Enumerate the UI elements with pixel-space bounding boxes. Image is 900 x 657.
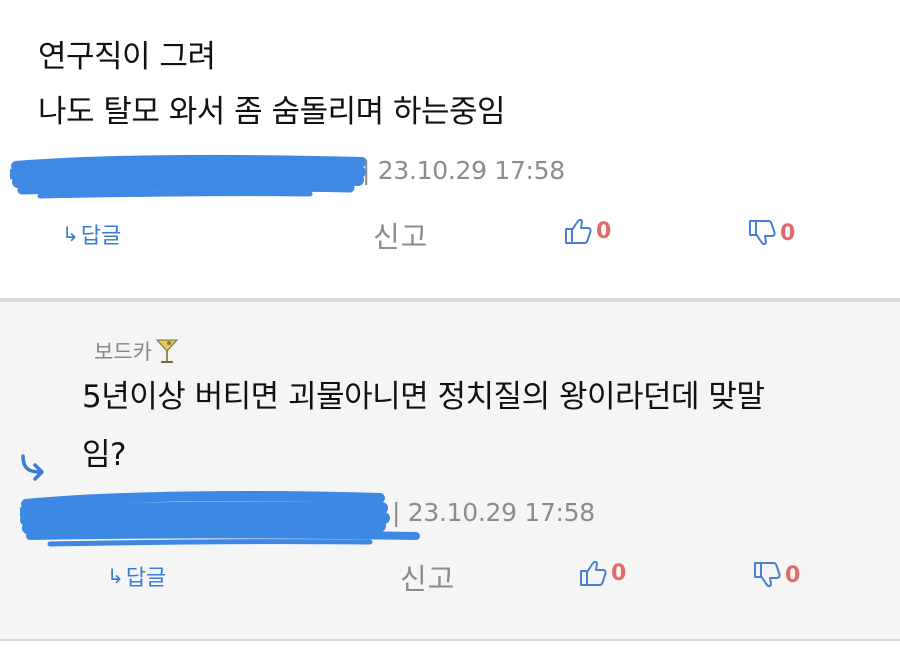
nickname-text: 보드카 xyxy=(94,340,152,364)
like-button[interactable]: 0 xyxy=(563,216,611,246)
curved-reply-arrow-icon xyxy=(21,454,44,481)
thumbs-up-icon xyxy=(580,560,607,586)
report-button[interactable]: 신고 xyxy=(400,556,455,598)
thumbs-down-icon xyxy=(754,562,781,588)
dislike-button[interactable]: 0 xyxy=(747,218,795,248)
cocktail-glass-icon xyxy=(155,339,179,363)
reply-label: 답글 xyxy=(80,224,122,249)
like-button[interactable]: 0 xyxy=(578,558,626,588)
dislike-button[interactable]: 0 xyxy=(752,560,800,590)
comment-text-line: 나도 탈모 와서 좀 숨돌리며 하는중임 xyxy=(38,94,506,130)
redacted-author-scribble xyxy=(10,154,367,199)
reply-button[interactable]: ↳ 답글 xyxy=(62,218,121,250)
redacted-author-scribble xyxy=(20,491,420,547)
report-button[interactable]: 신고 xyxy=(373,214,428,256)
reply-comment: 보드카 5년이상 버티면 괴물아니면 정치질의 왕이라던데 맞말 임? | 23… xyxy=(0,302,900,639)
comment-text-line: 임? xyxy=(82,437,126,473)
dislike-count: 0 xyxy=(780,220,796,246)
comment-text-line: 연구직이 그려 xyxy=(38,39,216,75)
report-label: 신고 xyxy=(373,220,429,254)
thumbs-down-icon xyxy=(749,220,776,246)
dislike-count: 0 xyxy=(785,562,801,588)
thumbs-up-icon xyxy=(565,218,592,244)
comment-meta: | 23.10.29 17:58 xyxy=(20,490,620,547)
comment-meta: | 23.10.29 17:58 xyxy=(10,152,570,199)
comment-date: | 23.10.29 17:58 xyxy=(392,498,595,527)
reply-button[interactable]: ↳ 답글 xyxy=(107,560,166,592)
comment-text-line: 5년이상 버티면 괴물아니면 정치질의 왕이라던데 맞말 xyxy=(82,379,765,415)
reply-arrow-icon: ↳ xyxy=(107,564,124,588)
reply-arrow-icon: ↳ xyxy=(62,222,79,246)
comment-date: | 23.10.29 17:58 xyxy=(362,156,565,185)
like-count: 0 xyxy=(596,218,612,244)
comment: 연구직이 그려 나도 탈모 와서 좀 숨돌리며 하는중임 | 23.10.29 … xyxy=(0,0,900,298)
reply-label: 답글 xyxy=(125,566,167,591)
nickname: 보드카 xyxy=(94,336,179,366)
like-count: 0 xyxy=(611,560,627,586)
list-footer-space xyxy=(0,641,900,657)
report-label: 신고 xyxy=(400,562,456,596)
